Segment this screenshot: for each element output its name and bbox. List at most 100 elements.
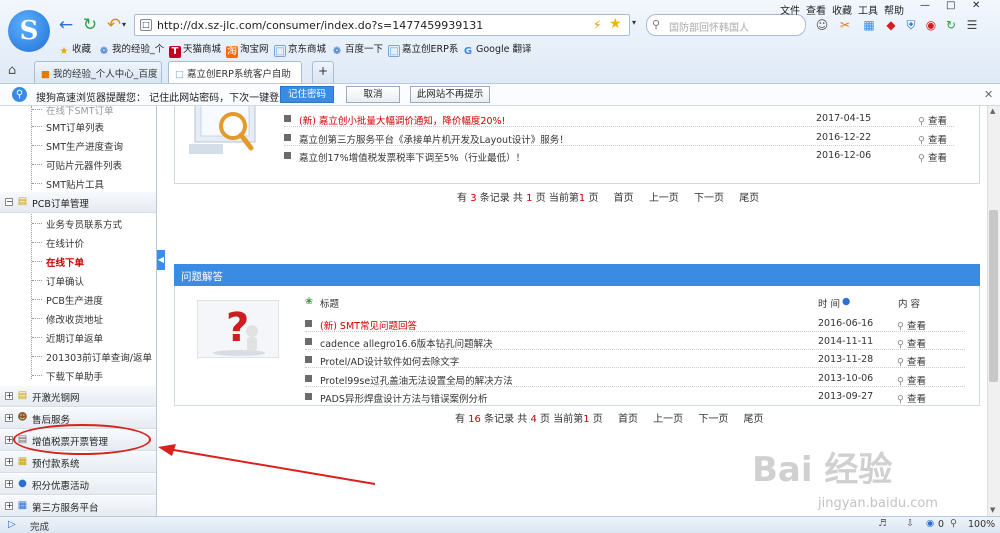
sidebar-group-points[interactable]: + ● 积分优惠活动: [0, 474, 156, 495]
shield-icon[interactable]: ⛨: [904, 18, 918, 32]
sidebar-item-download[interactable]: 下载下单助手: [31, 369, 103, 383]
search-box[interactable]: ⚲ 国防部回怀韩国人: [646, 14, 806, 36]
sidebar-group-prepay[interactable]: + ▦ 预付款系统: [0, 452, 156, 473]
weibo-icon[interactable]: ◉: [924, 18, 938, 32]
remember-password-button[interactable]: 记住密码: [280, 86, 334, 103]
view-link[interactable]: ⚲ 查看: [897, 318, 926, 332]
pager-last[interactable]: 尾页: [739, 193, 759, 204]
sidebar-item-smt-tools[interactable]: SMT贴片工具: [31, 177, 104, 191]
new-tab-button[interactable]: +: [312, 61, 334, 83]
tab-my-experience[interactable]: ■ 我的经验_个人中心_百度: [34, 61, 162, 83]
favorite-item[interactable]: □ 京东商城: [274, 41, 326, 57]
close-icon[interactable]: ✕: [984, 88, 993, 101]
expand-icon[interactable]: +: [5, 458, 13, 466]
qa-title[interactable]: Protel/AD设计软件如何去除文字: [320, 354, 459, 368]
favorite-item[interactable]: ❁ 百度一下: [331, 41, 383, 58]
user-icon[interactable]: ☺: [815, 18, 829, 32]
menu-tools[interactable]: 工具: [858, 2, 878, 17]
sidebar-item-legacy-orders[interactable]: 201303前订单查询/返单: [32, 350, 152, 364]
sidebar-toggle-icon[interactable]: ▷: [8, 519, 16, 530]
scroll-down-icon[interactable]: ▼: [990, 506, 995, 514]
grid-icon[interactable]: ▦: [862, 18, 876, 32]
menu-help[interactable]: 帮助: [884, 2, 904, 17]
view-link[interactable]: ⚲ 查看: [918, 132, 947, 146]
notice-title[interactable]: (新) 嘉立创小批量大幅调价通知，降价幅度20%!: [299, 113, 505, 127]
search-icon[interactable]: ⚲: [652, 18, 660, 31]
pager-last[interactable]: 尾页: [744, 414, 764, 425]
star-icon[interactable]: ★: [609, 16, 622, 32]
view-link[interactable]: ⚲ 查看: [918, 150, 947, 164]
lightning-icon[interactable]: ⚡: [593, 18, 601, 32]
favorite-item[interactable]: ❁ 我的经验_个: [98, 41, 164, 58]
expand-icon[interactable]: +: [5, 480, 13, 488]
menu-view[interactable]: 查看: [806, 2, 826, 17]
sidebar-item-cutoff[interactable]: 在线下SMT订单: [32, 106, 114, 117]
view-link[interactable]: ⚲ 查看: [897, 336, 926, 350]
speaker-icon[interactable]: ♬: [878, 518, 887, 529]
notice-title[interactable]: 嘉立创第三方服务平台《承接单片机开发及Layout设计》服务！: [299, 132, 569, 146]
sidebar-item-address[interactable]: 修改收货地址: [31, 312, 103, 326]
sidebar-item-contact[interactable]: 业务专员联系方式: [31, 217, 122, 231]
sidebar-item-reorder[interactable]: 近期订单返单: [31, 331, 103, 345]
back-icon[interactable]: ←: [56, 15, 76, 35]
sidebar-group-thirdparty[interactable]: + ▦ 第三方服务平台: [0, 496, 156, 516]
view-link[interactable]: ⚲ 查看: [897, 391, 926, 405]
menu-file[interactable]: 文件: [780, 2, 800, 17]
qa-title[interactable]: (新) SMT常见问题回答: [320, 318, 417, 332]
url-dropdown-icon[interactable]: ▾: [632, 18, 636, 27]
view-link[interactable]: ⚲ 查看: [897, 354, 926, 368]
sidebar-collapse-toggle[interactable]: ◀: [157, 250, 165, 270]
never-remind-button[interactable]: 此网站不再提示: [410, 86, 490, 103]
shield-status-icon[interactable]: ◉: [926, 518, 934, 529]
collapse-icon[interactable]: −: [5, 198, 13, 206]
scrollbar-thumb[interactable]: [989, 210, 998, 382]
home-icon[interactable]: ⌂: [8, 63, 16, 78]
scissors-icon[interactable]: ✂: [838, 18, 852, 32]
expand-icon[interactable]: +: [5, 502, 13, 510]
notice-title[interactable]: 嘉立创17%增值税发票税率下调至5%（行业最低）！: [299, 150, 525, 164]
maximize-button[interactable]: □: [946, 0, 955, 11]
red-bag-icon[interactable]: ◆: [884, 18, 898, 32]
close-window-button[interactable]: ✕: [972, 0, 980, 11]
view-link[interactable]: ⚲ 查看: [918, 113, 947, 127]
qa-title[interactable]: Protel99se过孔盖油无法设置全局的解决方法: [320, 373, 513, 387]
undo-dropdown-icon[interactable]: ▾: [122, 20, 126, 29]
view-link[interactable]: ⚲ 查看: [897, 373, 926, 387]
scroll-up-icon[interactable]: ▲: [990, 107, 995, 115]
settings-menu-icon[interactable]: ☰: [965, 18, 979, 32]
favorite-item[interactable]: □ 嘉立创ERP系: [388, 41, 458, 57]
address-bar[interactable]: □ http://dx.sz-jlc.com/consumer/index.do…: [134, 14, 630, 36]
qa-title[interactable]: cadence allegro16.6版本钻孔问题解决: [320, 336, 493, 350]
pager-first[interactable]: 首页: [614, 193, 634, 204]
minimize-button[interactable]: —: [920, 0, 930, 11]
favorite-item[interactable]: 淘淘宝网: [226, 41, 269, 58]
sidebar-item-quote[interactable]: 在线计价: [31, 236, 84, 250]
sort-icon[interactable]: ●: [842, 296, 850, 307]
undo-icon[interactable]: ↶: [104, 15, 124, 35]
sidebar-item-smt-components[interactable]: 可贴片元器件列表: [31, 158, 122, 172]
pager-next[interactable]: 下一页: [694, 193, 724, 204]
expand-icon[interactable]: +: [5, 414, 13, 422]
zoom-level[interactable]: 100%: [968, 519, 995, 530]
sidebar-item-pcb-progress[interactable]: PCB生产进度: [32, 293, 103, 307]
pager-next[interactable]: 下一页: [698, 414, 728, 425]
favorite-item[interactable]: T 天猫商城: [169, 41, 221, 58]
sidebar-group-stencil[interactable]: + ▤ 开激光钢网: [0, 386, 156, 407]
refresh-icon[interactable]: ↻: [80, 15, 100, 35]
zoom-icon[interactable]: ⚲: [950, 518, 957, 529]
cancel-button[interactable]: 取消: [346, 86, 400, 103]
pager-prev[interactable]: 上一页: [653, 414, 683, 425]
pager-first[interactable]: 首页: [618, 414, 638, 425]
sidebar-group-pcb[interactable]: − ▤ PCB订单管理: [0, 192, 156, 213]
qa-title[interactable]: PADS异形焊盘设计方法与错误案例分析: [320, 391, 487, 405]
favorite-item[interactable]: G Google 翻译: [462, 41, 532, 58]
expand-icon[interactable]: +: [5, 436, 13, 444]
sidebar-item-confirm[interactable]: 订单确认: [31, 274, 84, 288]
expand-icon[interactable]: +: [5, 392, 13, 400]
sidebar-item-order-online[interactable]: 在线下单: [31, 255, 84, 269]
tab-erp[interactable]: □ 嘉立创ERP系统客户自助: [168, 61, 302, 83]
search-input[interactable]: 国防部回怀韩国人: [669, 19, 749, 34]
sidebar-item-smt-progress[interactable]: SMT生产进度查询: [31, 139, 123, 153]
sync-icon[interactable]: ↻: [944, 18, 958, 32]
download-icon[interactable]: ⇩: [906, 518, 914, 529]
